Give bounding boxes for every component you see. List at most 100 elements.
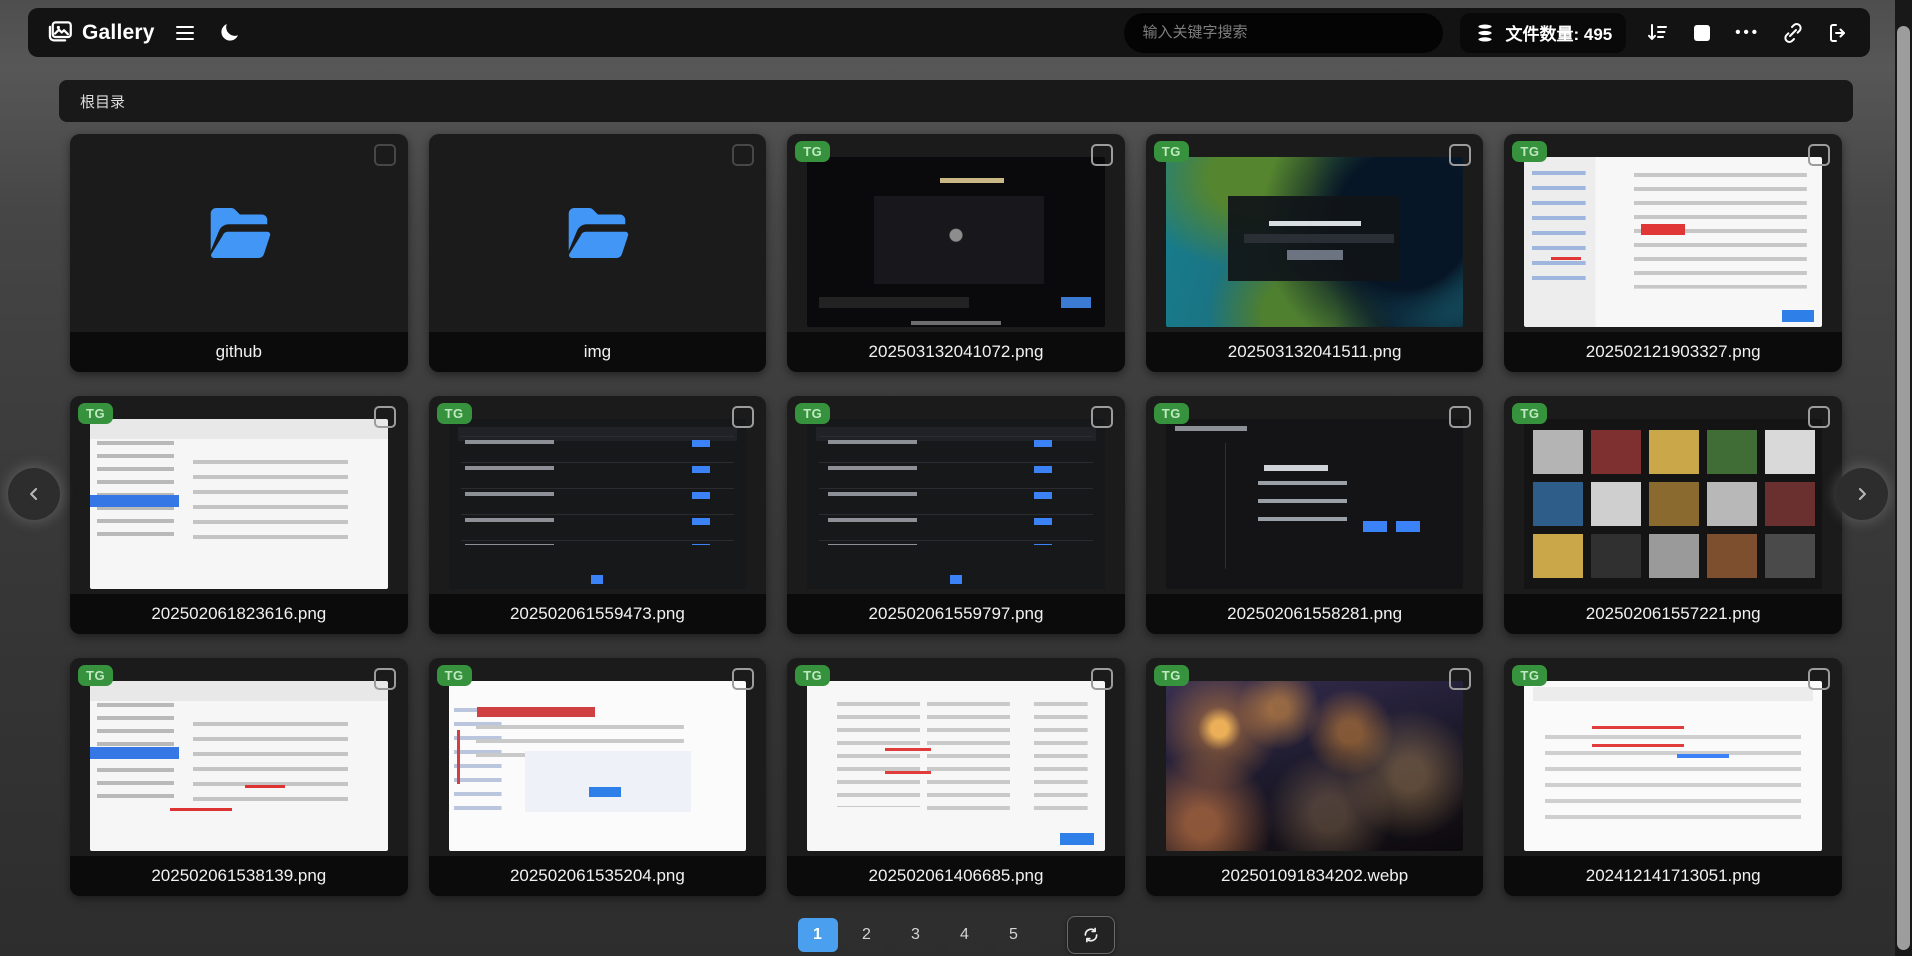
image-card[interactable]: TG 202502061559473.png (428, 396, 767, 634)
storage-badge: TG (1512, 403, 1548, 424)
vertical-scrollbar (1895, 0, 1912, 956)
folder-card[interactable]: github (70, 134, 408, 372)
file-name: 202503132041072.png (787, 332, 1125, 372)
sort-button[interactable] (1643, 19, 1671, 47)
file-name: 202502061406685.png (787, 856, 1125, 896)
select-checkbox[interactable] (732, 144, 755, 166)
select-checkbox[interactable] (1449, 668, 1472, 690)
image-card[interactable]: TG 202502061823616.png (70, 396, 408, 634)
file-name: 202502061535204.png (428, 856, 767, 896)
select-checkbox[interactable] (732, 668, 755, 690)
storage-badge: TG (1153, 403, 1189, 424)
file-count-label: 文件数量: 495 (1505, 25, 1613, 44)
image-thumbnail[interactable] (90, 419, 388, 589)
image-thumbnail[interactable] (807, 681, 1105, 851)
image-thumbnail[interactable] (1165, 419, 1464, 589)
chain-link-icon (1784, 22, 1802, 43)
file-name: 202502061559473.png (428, 594, 767, 634)
folder-card[interactable]: img (428, 134, 767, 372)
image-card[interactable]: TG 202503132041072.png (787, 134, 1125, 372)
image-card[interactable]: TG 202501091834202.webp (1145, 658, 1484, 896)
theme-toggle-button[interactable] (215, 19, 243, 47)
more-options-button[interactable]: ••• (1733, 22, 1762, 43)
gallery-images-icon (48, 21, 72, 42)
scrollbar-thumb[interactable] (1897, 26, 1910, 950)
logout-button[interactable] (1824, 19, 1852, 47)
breadcrumb-root[interactable]: 根目录 (80, 91, 125, 112)
storage-badge: TG (795, 665, 831, 686)
copy-link-button[interactable] (1779, 19, 1807, 47)
select-checkbox[interactable] (732, 406, 755, 428)
image-card[interactable]: TG 202502061406685.png (787, 658, 1125, 896)
app-title: Gallery (82, 20, 155, 44)
image-thumbnail[interactable] (448, 419, 747, 589)
image-thumbnail[interactable] (1524, 157, 1822, 327)
chevron-left-icon (30, 488, 38, 500)
page-button-2[interactable]: 2 (846, 918, 887, 952)
pagination-bar: 1 2 3 4 5 (0, 916, 1912, 954)
chevron-right-icon (1858, 488, 1866, 500)
refresh-button[interactable] (1066, 916, 1115, 954)
image-card[interactable]: TG 202502121903327.png (1504, 134, 1842, 372)
image-card[interactable]: TG 202502061559797.png (787, 396, 1125, 634)
select-checkbox[interactable] (1090, 668, 1113, 690)
storage-badge: TG (436, 403, 472, 424)
storage-badge: TG (78, 403, 114, 424)
top-bar: Gallery 文件数量: 495 (28, 8, 1870, 57)
select-checkbox[interactable] (1449, 406, 1472, 428)
select-checkbox[interactable] (1808, 406, 1830, 428)
menu-button[interactable] (171, 19, 199, 47)
image-thumbnail[interactable] (90, 681, 388, 851)
select-checkbox[interactable] (373, 406, 396, 428)
image-thumbnail[interactable] (1524, 419, 1822, 589)
image-card[interactable]: TG 202502061535204.png (428, 658, 767, 896)
refresh-icon (1084, 927, 1097, 943)
select-checkbox[interactable] (1808, 668, 1830, 690)
image-card[interactable]: TG 202503132041511.png (1145, 134, 1484, 372)
select-checkbox[interactable] (373, 668, 396, 690)
image-card[interactable]: TG 202502061558281.png (1145, 396, 1484, 634)
file-grid: github img TG 202503132041072.png TG 202… (70, 134, 1842, 896)
page-button-3[interactable]: 3 (895, 918, 936, 952)
page-button-1[interactable]: 1 (797, 918, 838, 952)
sort-descending-icon (1648, 23, 1668, 40)
file-name: 202502121903327.png (1504, 332, 1842, 372)
image-thumbnail[interactable] (807, 157, 1105, 327)
moon-icon (221, 23, 238, 41)
select-checkbox[interactable] (1090, 144, 1113, 166)
file-name: 202501091834202.webp (1145, 856, 1484, 896)
select-checkbox[interactable] (373, 144, 396, 166)
image-thumbnail[interactable] (1524, 681, 1822, 851)
select-checkbox[interactable] (1808, 144, 1830, 166)
image-card[interactable]: TG 202502061538139.png (70, 658, 408, 896)
storage-badge: TG (795, 403, 831, 424)
page-button-4[interactable]: 4 (944, 918, 985, 952)
select-checkbox[interactable] (1090, 406, 1113, 428)
image-card[interactable]: TG 202502061557221.png (1504, 396, 1842, 634)
select-checkbox[interactable] (1449, 144, 1472, 166)
storage-badge: TG (1512, 665, 1548, 686)
file-count-badge: 文件数量: 495 (1460, 12, 1627, 53)
file-name: 202502061538139.png (70, 856, 408, 896)
file-name: 202502061557221.png (1504, 594, 1842, 634)
image-card[interactable]: TG 202412141713051.png (1504, 658, 1842, 896)
file-name: 202502061823616.png (70, 594, 408, 634)
app-logo[interactable]: Gallery (46, 19, 155, 46)
storage-badge: TG (436, 665, 472, 686)
file-name: 202412141713051.png (1504, 856, 1842, 896)
database-icon (1477, 22, 1494, 43)
storage-badge: TG (1153, 665, 1189, 686)
storage-badge: TG (1512, 141, 1548, 162)
page-button-5[interactable]: 5 (993, 918, 1034, 952)
search-input[interactable] (1124, 12, 1444, 53)
image-thumbnail[interactable] (807, 419, 1105, 589)
next-page-button[interactable] (1836, 468, 1888, 520)
previous-page-button[interactable] (8, 468, 60, 520)
file-name: 202503132041511.png (1145, 332, 1484, 372)
folder-icon (70, 134, 408, 332)
select-mode-button[interactable] (1688, 19, 1716, 47)
square-icon (1694, 24, 1711, 41)
image-thumbnail[interactable] (448, 681, 747, 851)
image-thumbnail[interactable] (1165, 681, 1464, 851)
image-thumbnail[interactable] (1165, 157, 1464, 327)
